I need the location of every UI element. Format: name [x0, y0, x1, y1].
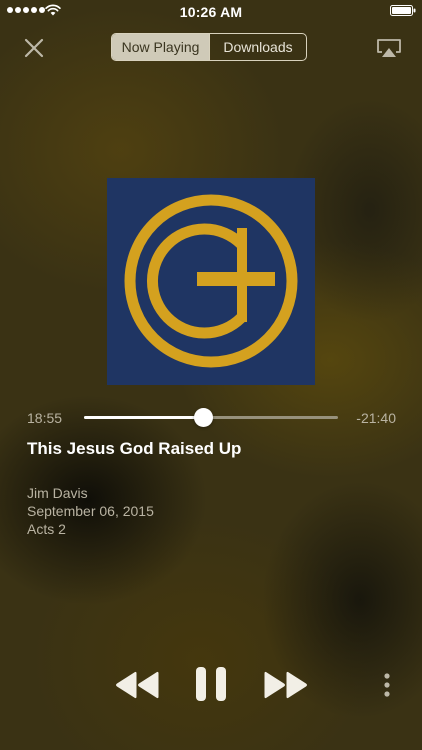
close-icon [24, 38, 44, 58]
scripture-passage: Acts 2 [27, 521, 66, 537]
close-button[interactable] [22, 36, 46, 60]
pause-button[interactable] [194, 666, 228, 702]
fast-forward-icon [264, 671, 307, 699]
progress-fill [84, 416, 204, 419]
rewind-icon [116, 671, 159, 699]
view-switcher: Now Playing Downloads [111, 33, 307, 61]
progress-thumb[interactable] [194, 408, 214, 427]
status-bar: 10:26 AM [0, 0, 422, 22]
battery-icon [390, 5, 416, 16]
rewind-button[interactable] [114, 669, 160, 701]
tab-downloads[interactable]: Downloads [210, 34, 306, 60]
airplay-button[interactable] [376, 38, 402, 58]
episode-title: This Jesus God Raised Up [27, 439, 242, 458]
pause-icon [196, 667, 226, 701]
fast-forward-button[interactable] [263, 669, 309, 701]
more-button[interactable] [380, 672, 394, 698]
episode-date: September 06, 2015 [27, 503, 154, 519]
status-time: 10:26 AM [179, 4, 243, 20]
speaker-name: Jim Davis [27, 485, 88, 501]
remaining-time: -21:40 [356, 410, 396, 426]
more-vertical-icon [384, 673, 390, 697]
airplay-icon [377, 39, 401, 57]
church-logo-icon [124, 194, 298, 368]
album-artwork [107, 178, 315, 385]
progress-slider[interactable] [84, 408, 338, 427]
elapsed-time: 18:55 [27, 410, 63, 426]
tab-now-playing[interactable]: Now Playing [112, 34, 210, 60]
